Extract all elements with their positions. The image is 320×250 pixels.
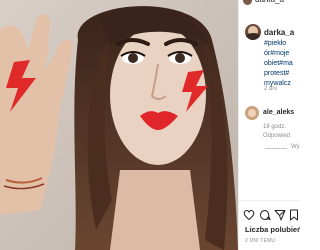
- view-replies-link[interactable]: Wy: [291, 144, 300, 150]
- heart-icon[interactable]: [243, 209, 255, 221]
- caption-hashtags: #piekło ór#moje obiet#ma protest# mywalc…: [264, 39, 300, 89]
- hashtag-line[interactable]: #piekło: [264, 39, 300, 49]
- view-replies-row[interactable]: Wy: [247, 144, 300, 152]
- hashtag-line[interactable]: ór#moje: [264, 49, 300, 59]
- action-bar: [239, 200, 300, 222]
- share-icon[interactable]: [274, 209, 286, 221]
- hashtag-line[interactable]: obiet#ma: [264, 59, 300, 69]
- reply-link[interactable]: Odpowied: [263, 133, 290, 139]
- author-username[interactable]: darka_a: [264, 28, 294, 37]
- previous-comment-snippet: darka_a: [243, 0, 300, 5]
- author-avatar[interactable]: [245, 24, 261, 40]
- bookmark-icon[interactable]: [288, 209, 300, 221]
- likes-count[interactable]: Liczba polubień:: [245, 225, 300, 234]
- hashtag-line[interactable]: protest#: [264, 69, 300, 79]
- portrait-illustration: [0, 0, 238, 250]
- commenter-avatar[interactable]: [245, 106, 259, 120]
- replies-divider: [265, 148, 287, 149]
- post-side-panel: darka_a darka_a #piekło ór#moje obiet#ma…: [238, 0, 300, 250]
- snippet-username[interactable]: darka_a: [255, 0, 284, 4]
- snippet-avatar: [243, 0, 252, 5]
- commenter-username[interactable]: ale_aleks: [263, 109, 294, 116]
- caption-time: 2 dni: [264, 86, 278, 92]
- comment-time: 18 godz.: [263, 124, 287, 130]
- post-date: 2 DNI TEMU: [245, 238, 276, 244]
- comment-icon[interactable]: [259, 209, 271, 221]
- post-photo[interactable]: [0, 0, 238, 250]
- instagram-post-view: darka_a darka_a #piekło ór#moje obiet#ma…: [0, 0, 300, 250]
